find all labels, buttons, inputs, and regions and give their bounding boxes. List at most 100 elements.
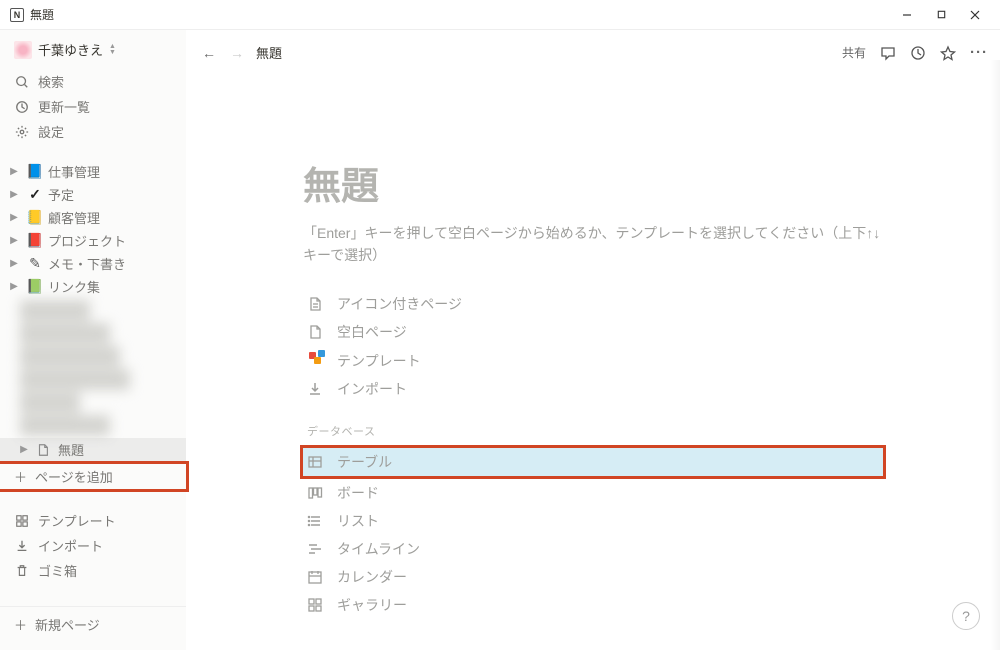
- page-label: メモ・下書き: [48, 254, 126, 273]
- template-option-label: テンプレート: [337, 351, 421, 371]
- page-label: 仕事管理: [48, 162, 100, 181]
- sidebar-page-item[interactable]: ▶ 📒 顧客管理: [0, 206, 186, 229]
- page-label: プロジェクト: [48, 231, 126, 250]
- sidebar-page-item[interactable]: ▶ ✓ 予定: [0, 183, 186, 206]
- sidebar-updates[interactable]: 更新一覧: [0, 94, 186, 119]
- window-maximize-button[interactable]: [926, 5, 956, 25]
- page-label: 無題: [58, 440, 84, 459]
- topbar: ← → 無題 共有 ···: [186, 30, 1000, 75]
- sidebar-templates-label: テンプレート: [38, 511, 116, 530]
- more-icon[interactable]: ···: [970, 44, 988, 61]
- page-emoji-icon: 📒: [26, 209, 44, 226]
- calendar-icon: [307, 569, 327, 585]
- plus-icon: ＋: [14, 615, 27, 634]
- nav-back-button[interactable]: ←: [198, 42, 220, 64]
- sidebar-trash-label: ゴミ箱: [38, 561, 77, 580]
- comments-icon[interactable]: [880, 45, 896, 61]
- template-option-templates[interactable]: テンプレート: [303, 346, 883, 375]
- help-button[interactable]: ?: [952, 602, 980, 630]
- redacted-content: [0, 298, 186, 438]
- workspace-switcher[interactable]: 千葉ゆきえ ▲▼: [0, 30, 186, 69]
- page-title[interactable]: 無題: [303, 155, 883, 210]
- scrollbar[interactable]: [990, 60, 1000, 650]
- chevron-right-icon[interactable]: ▶: [6, 281, 22, 292]
- sidebar-page-item[interactable]: ▶ ✎ メモ・下書き: [0, 252, 186, 275]
- template-option-empty-page[interactable]: 空白ページ: [303, 318, 883, 346]
- database-section-label: データベース: [303, 423, 883, 439]
- sidebar-import-label: インポート: [38, 536, 103, 555]
- sidebar-page-item[interactable]: ▶ 📗 リンク集: [0, 275, 186, 298]
- sidebar-import[interactable]: インポート: [0, 533, 186, 558]
- star-icon[interactable]: [940, 45, 956, 61]
- chevron-updown-icon: ▲▼: [109, 44, 116, 56]
- template-option-label: アイコン付きページ: [337, 294, 462, 314]
- share-button[interactable]: 共有: [842, 44, 866, 61]
- sidebar-settings-label: 設定: [38, 122, 64, 141]
- add-page-label: ページを追加: [35, 467, 113, 486]
- database-option-label: ボード: [337, 483, 379, 503]
- sidebar-search[interactable]: 検索: [0, 69, 186, 94]
- database-option-calendar[interactable]: カレンダー: [303, 563, 883, 591]
- list-icon: [307, 513, 327, 529]
- clock-icon[interactable]: [910, 45, 926, 61]
- page-label: リンク集: [48, 277, 100, 296]
- sidebar-settings[interactable]: 設定: [0, 119, 186, 144]
- clock-icon: [14, 100, 30, 114]
- sidebar-templates[interactable]: テンプレート: [0, 508, 186, 533]
- chevron-right-icon[interactable]: ▶: [6, 235, 22, 246]
- window-minimize-button[interactable]: [892, 5, 922, 25]
- window-title: 無題: [30, 6, 54, 23]
- template-icon: [14, 514, 30, 528]
- page-emoji-icon: 📕: [26, 232, 44, 249]
- database-option-label: リスト: [337, 511, 379, 531]
- plus-icon: ＋: [14, 467, 27, 486]
- template-option-icon-page[interactable]: アイコン付きページ: [303, 290, 883, 318]
- sidebar-page-item[interactable]: ▶ 📕 プロジェクト: [0, 229, 186, 252]
- page-emoji-icon: 📗: [26, 278, 44, 295]
- import-icon: [307, 381, 327, 397]
- sidebar-trash[interactable]: ゴミ箱: [0, 558, 186, 583]
- document-icon: [307, 296, 327, 312]
- document-icon: [36, 443, 54, 457]
- database-option-timeline[interactable]: タイムライン: [303, 535, 883, 563]
- window-close-button[interactable]: [960, 5, 990, 25]
- document-blank-icon: [307, 324, 327, 340]
- database-option-table-highlighted[interactable]: テーブル: [300, 445, 886, 479]
- table-icon: [307, 454, 327, 470]
- page-emoji-icon: 📘: [26, 163, 44, 180]
- database-option-board[interactable]: ボード: [303, 479, 883, 507]
- chevron-right-icon[interactable]: ▶: [6, 212, 22, 223]
- gallery-icon: [307, 597, 327, 613]
- add-page-button[interactable]: ＋ ページを追加: [0, 461, 189, 492]
- sidebar-current-page[interactable]: ▶ 無題: [0, 438, 186, 461]
- app-logo-icon: N: [10, 8, 24, 22]
- chevron-right-icon[interactable]: ▶: [6, 166, 22, 177]
- page-emoji-icon: ✎: [26, 255, 44, 272]
- sidebar-search-label: 検索: [38, 72, 64, 91]
- import-icon: [14, 539, 30, 553]
- new-page-button[interactable]: ＋ 新規ページ: [0, 606, 186, 642]
- chevron-right-icon[interactable]: ▶: [6, 258, 22, 269]
- database-option-list[interactable]: リスト: [303, 507, 883, 535]
- main-area: ← → 無題 共有 ··· 無題 「Ente: [186, 30, 1000, 650]
- template-option-import[interactable]: インポート: [303, 375, 883, 403]
- database-option-gallery[interactable]: ギャラリー: [303, 591, 883, 619]
- database-option-label: タイムライン: [337, 539, 420, 559]
- database-option-label: ギャラリー: [337, 595, 407, 615]
- board-icon: [307, 485, 327, 501]
- sidebar-updates-label: 更新一覧: [38, 97, 90, 116]
- database-option-label: カレンダー: [337, 567, 407, 587]
- sidebar-page-item[interactable]: ▶ 📘 仕事管理: [0, 160, 186, 183]
- chevron-right-icon[interactable]: ▶: [6, 189, 22, 200]
- workspace-user-name: 千葉ゆきえ: [38, 40, 103, 59]
- template-option-label: 空白ページ: [337, 322, 407, 342]
- sidebar: 千葉ゆきえ ▲▼ 検索 更新一覧 設定 ▶ 📘 仕事管理: [0, 30, 186, 650]
- timeline-icon: [307, 541, 327, 557]
- breadcrumb[interactable]: 無題: [254, 43, 282, 62]
- user-avatar: [14, 41, 32, 59]
- chevron-right-icon[interactable]: ▶: [16, 444, 32, 455]
- page-label: 予定: [48, 185, 74, 204]
- trash-icon: [14, 564, 30, 578]
- page-help-text: 「Enter」キーを押して空白ページから始めるか、テンプレートを選択してください…: [303, 222, 883, 266]
- search-icon: [14, 75, 30, 89]
